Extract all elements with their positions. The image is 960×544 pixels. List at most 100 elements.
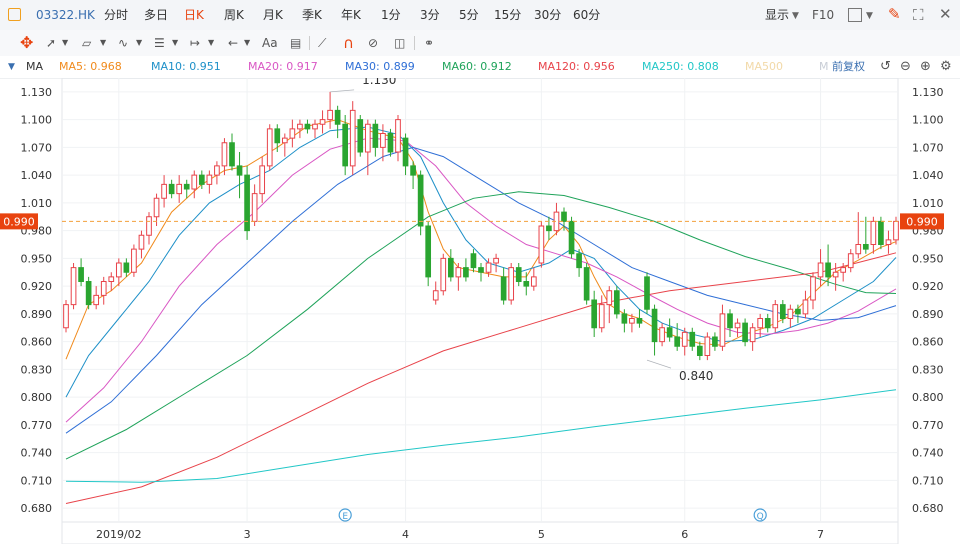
wave-pattern-icon[interactable]: ∿ [118,30,128,56]
y-tick-label-right: 1.100 [912,114,944,127]
candle-body-up [832,271,839,278]
arrow-left-icon[interactable]: ← [228,30,238,56]
y-tick-label-right: 1.070 [912,141,944,154]
candle-body-up [259,165,266,195]
y-tick-label-left: 0.740 [21,447,53,460]
range-measure-icon[interactable]: ↦ [190,30,200,56]
candle-body-up [817,262,824,278]
indicator-name[interactable]: MA [26,56,43,78]
legend-ma120: MA120: 0.956 [538,60,615,73]
delete-trash-icon[interactable]: ◫ [394,30,405,56]
candle-body-down [478,267,484,273]
candle-body-down [636,318,643,324]
candle-body-down [78,267,84,282]
candle-body-up [297,123,303,130]
candle-body-up [606,290,613,306]
chevron-down-icon: ▼ [208,38,215,47]
candle-body-up [93,294,100,306]
candle-body-down [523,281,530,287]
y-tick-label-left: 0.920 [21,280,53,293]
period-tab-5min[interactable]: 5分 [459,0,479,30]
candle-body-down [825,262,831,278]
candle-body-up [749,327,756,343]
drawing-toolbar [0,30,960,57]
candle-body-down [168,183,175,195]
plus-icon[interactable]: ⊕ [920,56,931,78]
chevron-down-icon: ▼ [792,11,799,21]
candle-body-up [138,234,145,250]
period-tab-3min[interactable]: 3分 [420,0,440,30]
period-tab-quarterly-k[interactable]: 季K [302,0,322,30]
y-tick-label-left: 0.890 [21,308,53,321]
line-segment-icon[interactable]: ➚ [46,30,56,56]
period-tab-monthly-k[interactable]: 月K [263,0,283,30]
y-tick-label-right: 0.800 [912,391,944,404]
price-annotation-leader [646,359,672,369]
collapse-indicator-icon[interactable]: ▼ [8,56,15,78]
fullscreen-icon[interactable]: ⛶ [913,6,924,24]
candle-body-up [802,299,809,315]
candle-body-down [447,257,454,278]
minus-icon[interactable]: ⊖ [900,56,911,78]
candle-body-down [764,318,771,329]
hide-drawings-icon[interactable]: ⊘ [368,30,378,56]
candle-body-down [470,253,477,269]
y-tick-label-right: 0.950 [912,252,944,265]
candle-body-down [878,220,884,245]
fibonacci-icon[interactable]: ☰ [154,30,165,56]
candle-body-up [870,220,877,245]
chevron-down-icon: ▼ [136,38,143,47]
magnet-icon[interactable]: ∩ [343,30,354,56]
watchlist-checkbox-icon[interactable] [8,8,21,21]
move-crosshair-icon[interactable]: ✥ [20,30,33,56]
period-tab-30min[interactable]: 30分 [534,0,561,30]
y-tick-label-left: 1.010 [21,197,53,210]
candle-body-down [568,220,575,255]
text-tool[interactable]: Aa [262,30,278,56]
candle-body-up [206,174,213,185]
y-tick-label-left: 0.950 [21,252,53,265]
ma-line-ma250 [65,389,897,483]
close-icon[interactable]: ✕ [939,5,952,23]
period-tab-1min[interactable]: 1分 [381,0,401,30]
candle-body-down [304,123,311,130]
candle-body-up [289,128,296,139]
pencil-line-icon[interactable]: ⟋ [318,30,326,56]
x-tick-label: 6 [681,528,688,541]
period-tab-weekly-k[interactable]: 周K [224,0,244,30]
period-tab-duori[interactable]: 多日 [144,0,168,30]
period-tab-15min[interactable]: 15分 [494,0,521,30]
period-tab-60min[interactable]: 60分 [573,0,600,30]
pen-icon[interactable]: ✎ [888,5,901,23]
f10-button[interactable]: F10 [812,0,834,30]
y-tick-label-right: 0.890 [912,308,944,321]
period-tab-yearly-k[interactable]: 年K [341,0,361,30]
link-icon[interactable]: ⚭ [424,30,434,56]
period-tab-fenshi[interactable]: 分时 [104,0,128,30]
candle-body-up [251,193,258,222]
candlestick-chart[interactable]: 1.130 1.130 1.100 1.100 1.070 1.070 1.040 1.040… [0,78,960,544]
legend-ma30: MA30: 0.899 [345,60,415,73]
current-price-label-right: 0.990 [906,215,938,228]
candle-body-up [855,244,862,255]
y-tick-label-left: 1.130 [21,86,53,99]
display-dropdown[interactable]: 显示 [765,0,789,30]
x-tick-label: 7 [817,528,824,541]
legend-ma500: MA500 [745,60,784,73]
candle-body-up [191,174,198,190]
candle-body-down [546,225,552,232]
comment-icon[interactable]: ▤ [290,30,301,56]
layout-toggle-icon[interactable] [848,8,862,22]
period-tab-daily-k[interactable]: 日K [184,0,204,30]
candle-body-up [659,327,665,343]
candle-body-down [621,313,628,324]
y-tick-label-right: 0.770 [912,419,944,432]
price-adjust-dropdown[interactable]: 前复权 [832,56,865,78]
candle-body-down [123,262,130,273]
channel-icon[interactable]: ▱ [82,30,91,56]
gear-icon[interactable]: ⚙ [940,56,952,78]
candle-body-up [598,304,605,329]
undo-icon[interactable]: ↺ [880,56,891,78]
legend-ma5: MA5: 0.968 [59,60,122,73]
candle-body-up [432,290,439,301]
